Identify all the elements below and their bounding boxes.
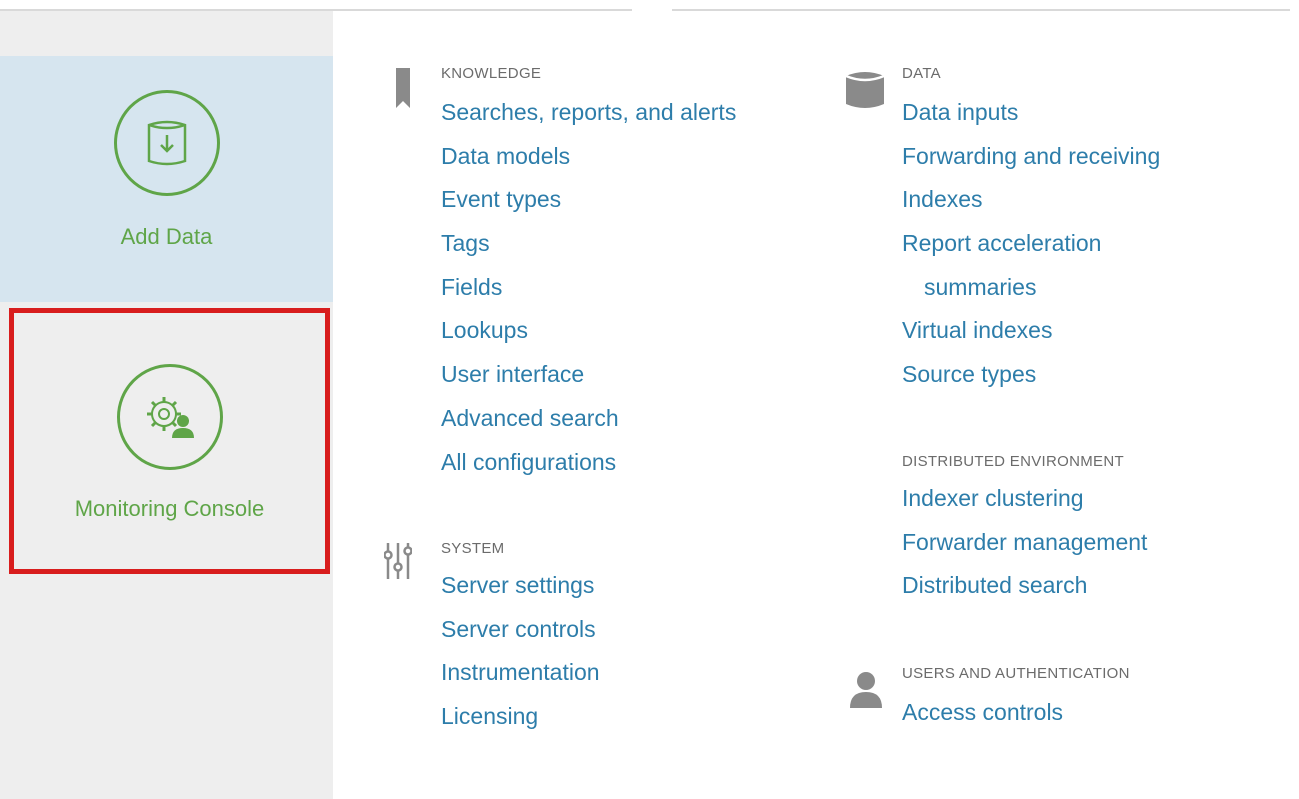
link-source-types[interactable]: Source types (902, 353, 1160, 397)
link-virtual-indexes[interactable]: Virtual indexes (902, 309, 1160, 353)
link-report-acceleration[interactable]: Report acceleration (902, 222, 1160, 266)
add-data-tile[interactable]: Add Data (0, 56, 333, 302)
user-icon (850, 672, 882, 708)
link-licensing[interactable]: Licensing (441, 695, 600, 739)
menu-pointer-gap (632, 0, 672, 13)
bookmark-icon (396, 68, 410, 108)
sliders-icon (384, 543, 412, 579)
system-section: SYSTEM Server settings Server controls I… (441, 539, 600, 739)
gear-user-icon (146, 397, 194, 438)
add-data-label: Add Data (120, 224, 213, 249)
link-tags[interactable]: Tags (441, 222, 736, 266)
link-lookups[interactable]: Lookups (441, 309, 736, 353)
link-advanced-search[interactable]: Advanced search (441, 397, 736, 441)
users-section: USERS AND AUTHENTICATION Access controls (902, 664, 1130, 735)
link-user-interface[interactable]: User interface (441, 353, 736, 397)
sidebar: Add Data Monitoring Console (0, 11, 333, 799)
link-indexer-clustering[interactable]: Indexer clustering (902, 477, 1147, 521)
data-title: DATA (902, 65, 941, 82)
database-icon (845, 72, 885, 108)
system-title: SYSTEM (441, 540, 505, 557)
link-distributed-search[interactable]: Distributed search (902, 564, 1147, 608)
knowledge-section: KNOWLEDGE Searches, reports, and alerts … (441, 64, 736, 484)
link-data-models[interactable]: Data models (441, 135, 736, 179)
knowledge-title: KNOWLEDGE (441, 65, 542, 82)
monitoring-console-label: Monitoring Console (74, 496, 265, 521)
link-forwarder-management[interactable]: Forwarder management (902, 521, 1147, 565)
database-download-icon (147, 120, 186, 166)
link-event-types[interactable]: Event types (441, 178, 736, 222)
link-instrumentation[interactable]: Instrumentation (441, 651, 600, 695)
data-section: DATA Data inputs Forwarding and receivin… (902, 64, 1160, 397)
add-data-icon-circle (113, 90, 220, 196)
link-server-settings[interactable]: Server settings (441, 564, 600, 608)
link-fields[interactable]: Fields (441, 266, 736, 310)
distributed-section: DISTRIBUTED ENVIRONMENT Indexer clusteri… (902, 452, 1147, 608)
users-title: USERS AND AUTHENTICATION (902, 665, 1130, 682)
link-data-inputs[interactable]: Data inputs (902, 91, 1160, 135)
link-access-controls[interactable]: Access controls (902, 691, 1130, 735)
monitoring-console-icon-circle (116, 364, 223, 470)
link-indexes[interactable]: Indexes (902, 178, 1160, 222)
link-forwarding-receiving[interactable]: Forwarding and receiving (902, 135, 1160, 179)
distributed-title: DISTRIBUTED ENVIRONMENT (902, 453, 1124, 470)
link-report-acceleration-summaries[interactable]: summaries (902, 266, 1160, 310)
link-searches-reports-alerts[interactable]: Searches, reports, and alerts (441, 91, 736, 135)
link-server-controls[interactable]: Server controls (441, 608, 600, 652)
monitoring-console-tile[interactable]: Monitoring Console (9, 308, 330, 574)
link-all-configurations[interactable]: All configurations (441, 441, 736, 485)
